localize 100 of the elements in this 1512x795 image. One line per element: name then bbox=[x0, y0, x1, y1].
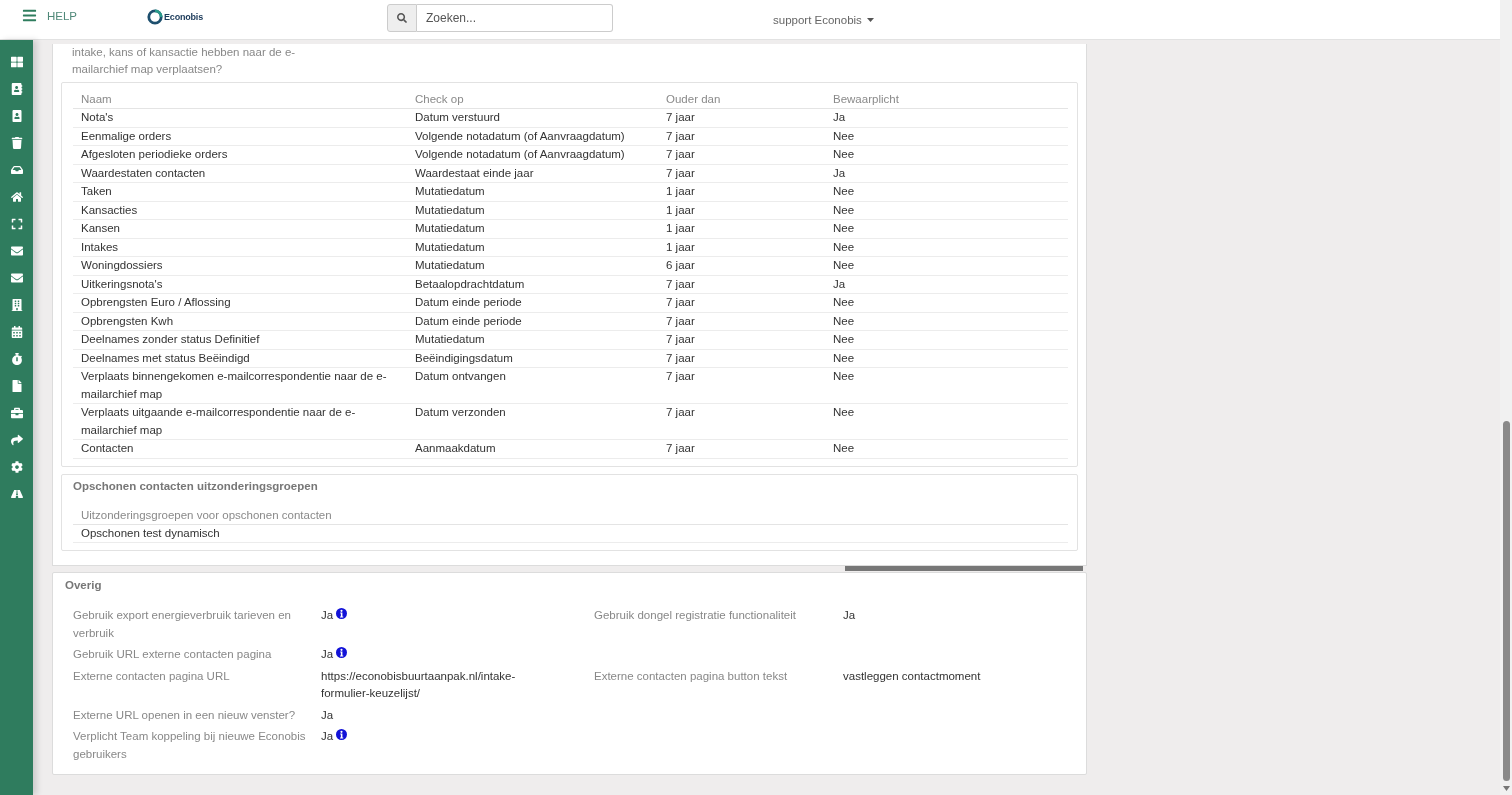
scroll-down-arrow-icon[interactable] bbox=[1502, 786, 1510, 791]
table-cell: Afgesloten periodieke orders bbox=[73, 145, 407, 164]
table-cell: Nee bbox=[825, 330, 1068, 349]
table-cell: Nee bbox=[825, 182, 1068, 201]
table-cell: Volgende notadatum (of Aanvraagdatum) bbox=[407, 145, 658, 164]
table-cell: Opbrengsten Kwh bbox=[73, 312, 407, 331]
settings-icon[interactable] bbox=[10, 461, 23, 473]
table-cell: Ja bbox=[825, 164, 1068, 183]
logo-text: Econobis bbox=[164, 11, 203, 22]
envelope-icon[interactable] bbox=[10, 245, 23, 257]
table-cell: Nee bbox=[825, 293, 1068, 312]
table-cell: 7 jaar bbox=[658, 108, 825, 127]
table-cell: Contacten bbox=[73, 439, 407, 458]
building-icon[interactable] bbox=[10, 299, 23, 311]
table-cell: 7 jaar bbox=[658, 275, 825, 294]
table-cell: Mutatiedatum bbox=[407, 219, 658, 238]
expand-icon[interactable] bbox=[10, 218, 23, 230]
inbox-icon[interactable] bbox=[10, 164, 23, 176]
field-label: Externe contacten pagina URL bbox=[73, 668, 231, 684]
table-cell: Datum ontvangen bbox=[407, 367, 658, 404]
scrollbar-thumb[interactable] bbox=[1502, 421, 1510, 781]
column-header: Uitzonderingsgroepen voor opschonen contacten bbox=[73, 506, 1068, 524]
table-cell: Beëindigingsdatum bbox=[407, 349, 658, 368]
info-icon[interactable] bbox=[336, 729, 348, 740]
grid-icon[interactable] bbox=[10, 56, 23, 68]
table-cell: 7 jaar bbox=[658, 439, 825, 458]
calendar-icon[interactable] bbox=[10, 326, 23, 338]
logo-ring-icon bbox=[147, 8, 164, 25]
table-cell: Nee bbox=[825, 367, 1068, 404]
table-cell: Opschonen test dynamisch bbox=[73, 524, 1068, 543]
table-cell: 6 jaar bbox=[658, 256, 825, 275]
table-cell: 7 jaar bbox=[658, 293, 825, 312]
table-cell: Uitkeringsnota's bbox=[73, 275, 407, 294]
table-cell: Mutatiedatum bbox=[407, 330, 658, 349]
table-cell: Nee bbox=[825, 349, 1068, 368]
table-cell: 7 jaar bbox=[658, 127, 825, 146]
field-value: Ja bbox=[843, 608, 856, 623]
table-cell: 7 jaar bbox=[658, 349, 825, 368]
scrollbar[interactable] bbox=[1500, 0, 1512, 795]
portrait-icon[interactable] bbox=[10, 110, 23, 122]
field-label: Verplicht Team koppeling bij nieuwe Econobis gebruikers bbox=[73, 729, 307, 762]
search-button[interactable] bbox=[387, 3, 417, 32]
menu-icon[interactable] bbox=[22, 8, 37, 23]
table-cell: Datum verstuurd bbox=[407, 108, 658, 127]
trash-icon[interactable] bbox=[10, 137, 23, 149]
envelope-icon[interactable] bbox=[10, 272, 23, 284]
table-cell: Nee bbox=[825, 439, 1068, 458]
table-cell: 7 jaar bbox=[658, 145, 825, 164]
table-cell: Betaalopdrachtdatum bbox=[407, 275, 658, 294]
table-cell: Nota's bbox=[73, 108, 407, 127]
table-cell: Nee bbox=[825, 219, 1068, 238]
file-icon[interactable] bbox=[10, 380, 23, 392]
briefcase-icon[interactable] bbox=[10, 407, 23, 419]
road-icon[interactable] bbox=[10, 488, 23, 500]
table-cell: Datum verzonden bbox=[407, 403, 658, 440]
field-label: Externe URL openen in een nieuw venster? bbox=[73, 707, 297, 723]
panel-title: Opschonen contacten uitzonderingsgroepen bbox=[73, 478, 319, 494]
table-cell: 1 jaar bbox=[658, 238, 825, 257]
field-value: https://econobisbuurtaanpak.nl/intake-formulier-keuzelijst/ bbox=[321, 668, 517, 701]
home-icon[interactable] bbox=[10, 191, 23, 203]
table-cell: 7 jaar bbox=[658, 367, 825, 404]
table-cell: 7 jaar bbox=[658, 403, 825, 440]
user-menu-button[interactable]: support Econobis bbox=[773, 13, 874, 26]
field-value: Ja bbox=[321, 729, 334, 744]
table-cell: Nee bbox=[825, 238, 1068, 257]
table-cell: Kansen bbox=[73, 219, 407, 238]
field-label: Gebruik export energieverbruik tarieven en verbruik bbox=[73, 608, 292, 641]
table-cell: 1 jaar bbox=[658, 182, 825, 201]
contact-card-icon[interactable] bbox=[10, 83, 23, 95]
column-header: Naam bbox=[73, 91, 407, 109]
question-text: intake, kans of kansactie hebben naar de e-mailarchief map verplaatsen? bbox=[72, 45, 297, 77]
column-header: Bewaarplicht bbox=[825, 91, 1068, 109]
search-field[interactable]: Zoeken... bbox=[417, 3, 613, 32]
table-cell: Aanmaakdatum bbox=[407, 439, 658, 458]
help-link[interactable]: HELP bbox=[47, 8, 78, 23]
field-label: Gebruik dongel registratie functionaliteit bbox=[594, 608, 797, 623]
field-value: Ja bbox=[321, 707, 334, 723]
field-value: Ja bbox=[321, 608, 334, 623]
caret-icon[interactable] bbox=[866, 17, 874, 22]
field-label: Gebruik URL externe contacten pagina bbox=[73, 647, 273, 662]
info-icon[interactable] bbox=[336, 608, 348, 619]
table-cell: Nee bbox=[825, 256, 1068, 275]
table-cell: Mutatiedatum bbox=[407, 238, 658, 257]
table-cell: Ja bbox=[825, 108, 1068, 127]
share-arrow-icon[interactable] bbox=[10, 434, 23, 446]
field-value: Ja bbox=[321, 647, 334, 662]
table-cell: Volgende notadatum (of Aanvraagdatum) bbox=[407, 127, 658, 146]
search-icon[interactable] bbox=[397, 12, 407, 23]
table-cell: Eenmalige orders bbox=[73, 127, 407, 146]
table-cell: Nee bbox=[825, 312, 1068, 331]
stopwatch-icon[interactable] bbox=[10, 353, 23, 365]
table-cell: Deelnames met status Beëindigd bbox=[73, 349, 407, 368]
table-cell: Datum einde periode bbox=[407, 293, 658, 312]
table-cell: Deelnames zonder status Definitief bbox=[73, 330, 407, 349]
table-cell: Waardestaten contacten bbox=[73, 164, 407, 183]
table-cell: Woningdossiers bbox=[73, 256, 407, 275]
info-icon[interactable] bbox=[336, 647, 348, 658]
panel-title: Overig bbox=[65, 578, 103, 593]
table-cell: Ja bbox=[825, 275, 1068, 294]
field-value: vastleggen contactmoment bbox=[843, 668, 981, 684]
